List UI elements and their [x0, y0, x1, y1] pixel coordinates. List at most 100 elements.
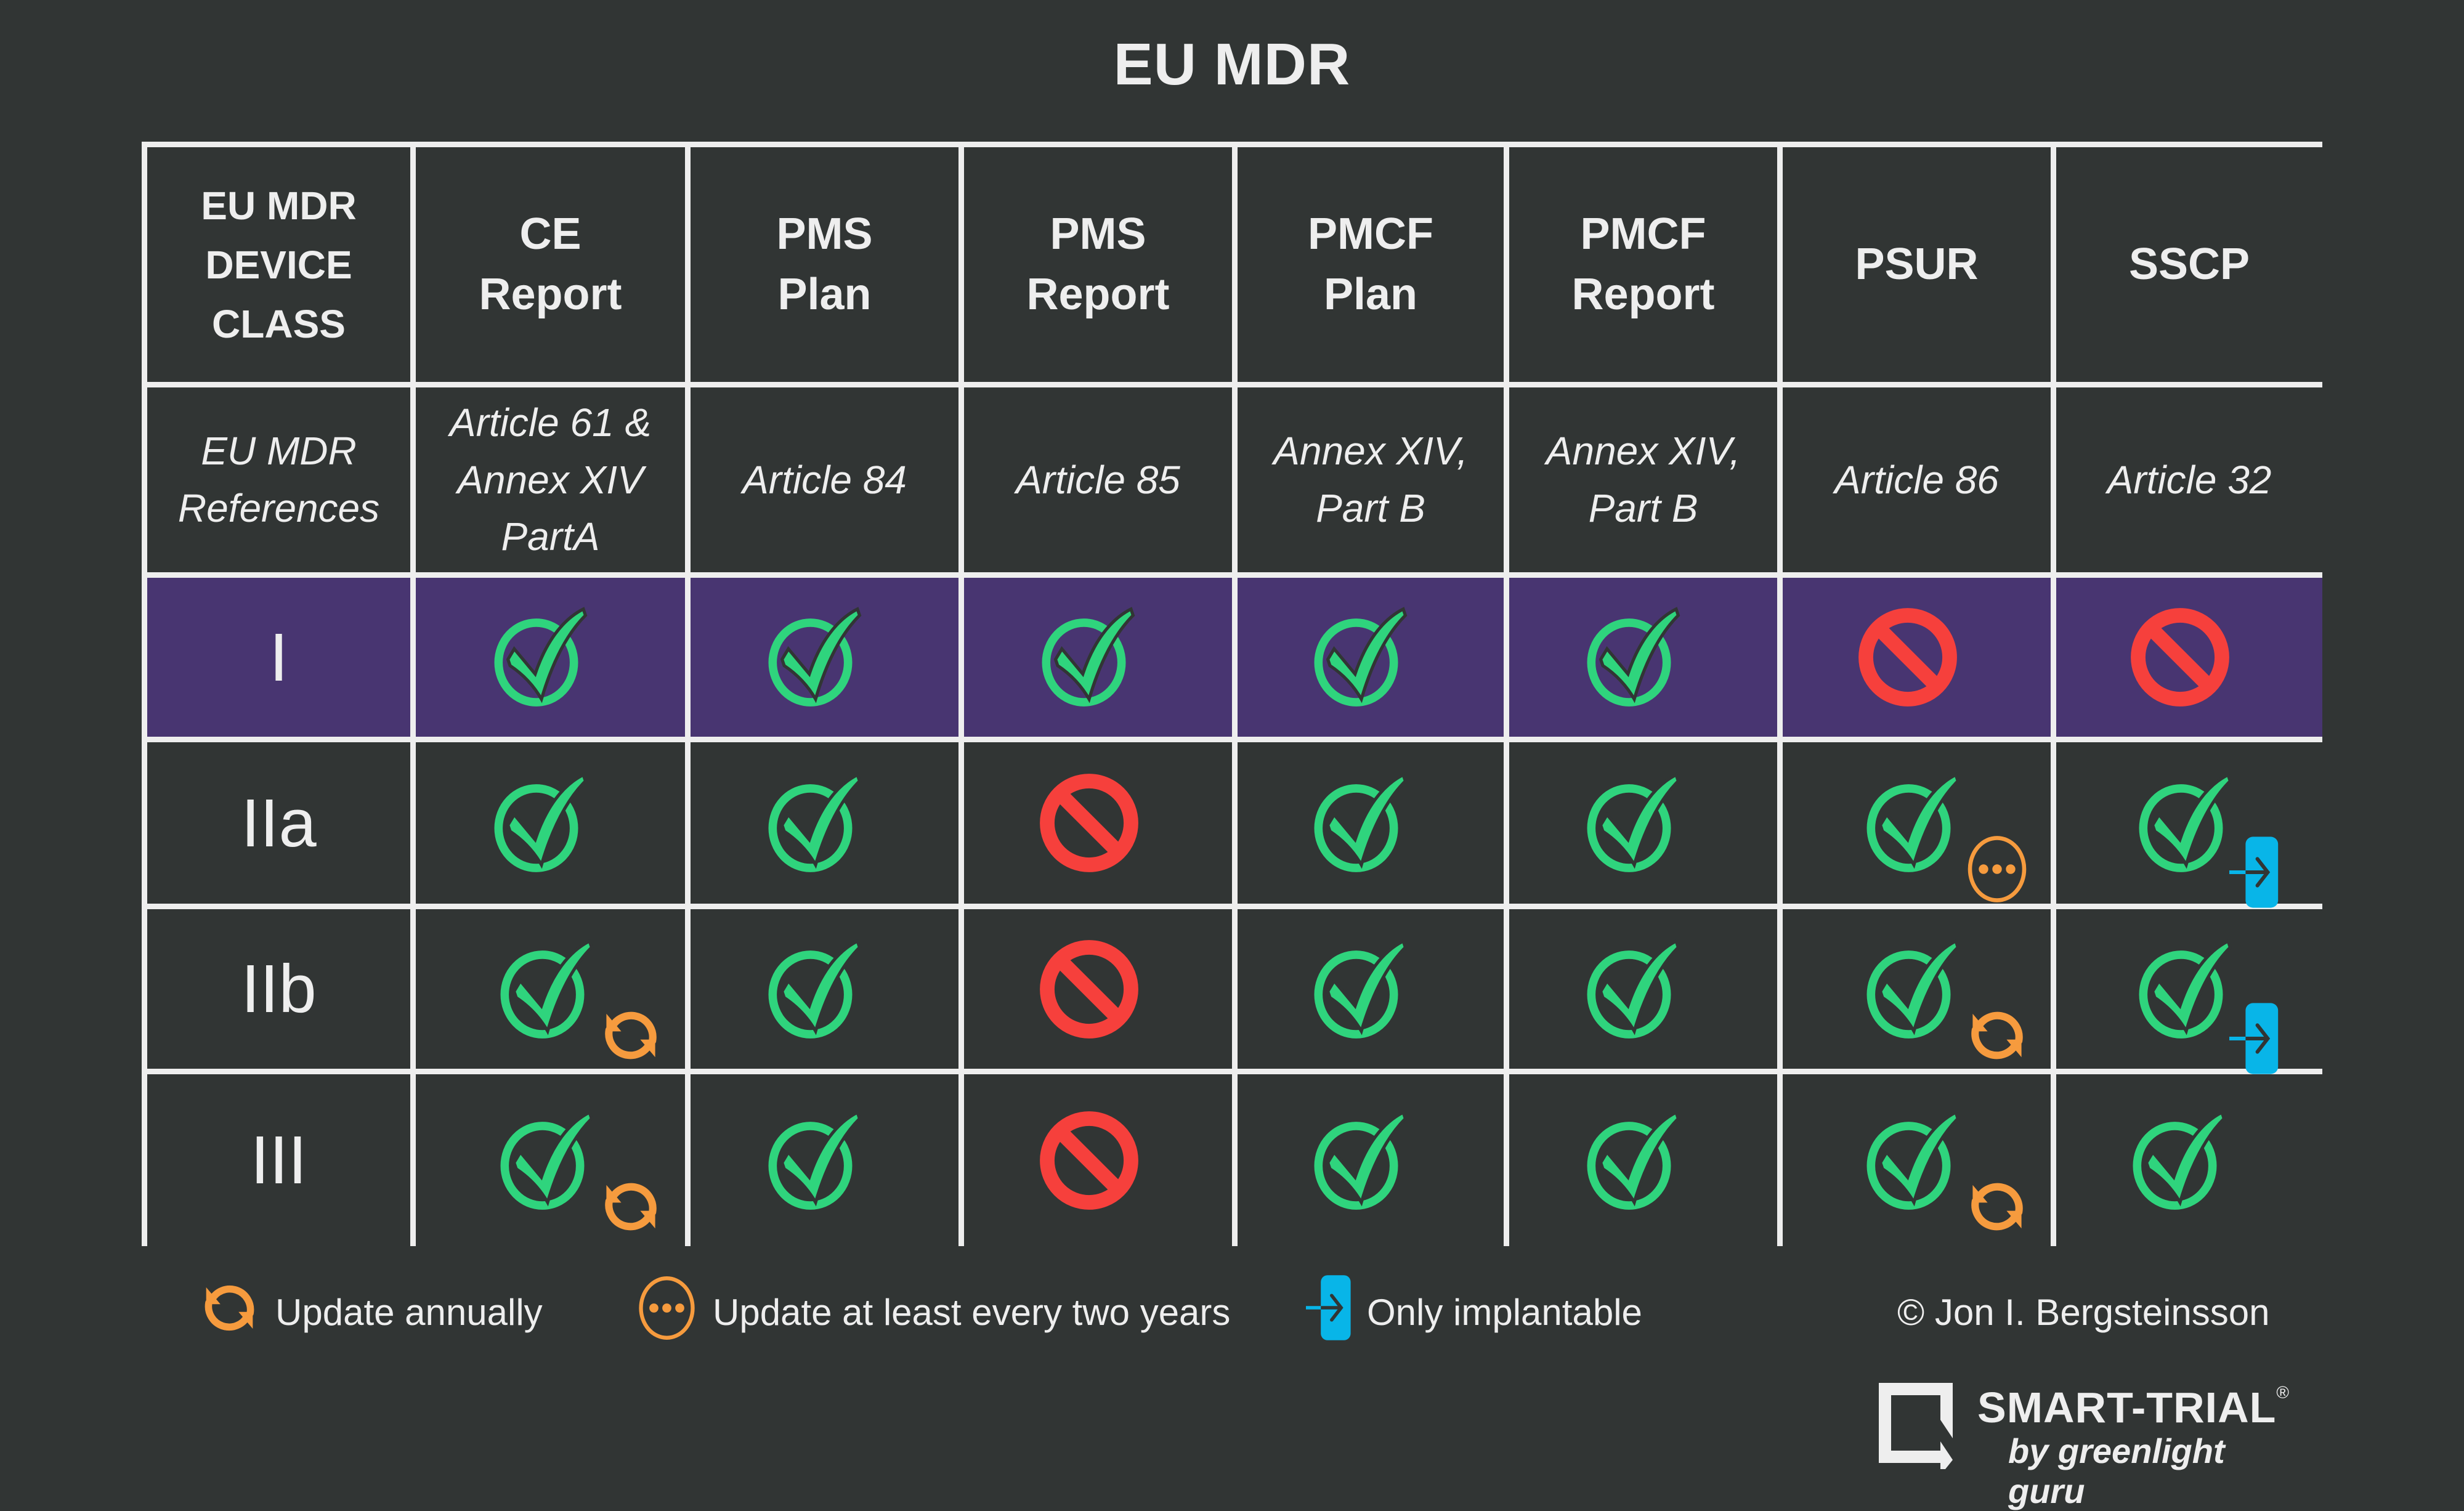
cell-text-line: Report	[1571, 269, 1715, 319]
status-cell	[416, 1074, 685, 1246]
status-cell	[1509, 909, 1777, 1069]
status-cell	[1509, 578, 1777, 737]
cell-text-line: PSUR	[1855, 239, 1979, 289]
column-header: CE Report	[416, 147, 685, 382]
prohibited-icon	[1039, 774, 1138, 872]
status-icon-group	[1309, 596, 1432, 719]
cell-text-line: References	[177, 486, 380, 530]
status-icon-group	[1309, 761, 1432, 885]
cell-text-line: EU MDR	[201, 183, 357, 228]
column-header: PMS Plan	[691, 147, 958, 382]
refresh-icon	[604, 1011, 657, 1059]
legend-item-annual: Update annually	[197, 1278, 543, 1346]
status-icon-group	[2128, 596, 2251, 719]
check-circle-icon	[494, 772, 587, 872]
check-circle-icon	[1314, 1109, 1408, 1210]
cell-text-line: PMCF	[1580, 209, 1706, 259]
status-cell	[2056, 742, 2322, 908]
cell-text-line: Article 84	[742, 457, 907, 502]
references-label: EU MDR References	[147, 387, 410, 572]
status-cell	[1509, 742, 1777, 904]
status-icon-group	[495, 1099, 657, 1230]
check-circle-icon	[494, 607, 587, 707]
device-class-label: IIa	[147, 742, 410, 904]
check-circle-icon	[2139, 938, 2232, 1039]
cell-text-line: EU MDR	[201, 429, 357, 474]
cell-text-line: CLASS	[212, 301, 346, 346]
cell-text-line: PMS	[1050, 209, 1146, 259]
cell-text-line: PMCF	[1308, 209, 1433, 259]
cell-text-line: CE	[519, 209, 582, 259]
cell-text-line: DEVICE	[205, 242, 352, 287]
legend-label: Only implantable	[1367, 1291, 1642, 1333]
status-cell	[1783, 578, 2051, 737]
status-cell	[1238, 742, 1504, 904]
status-icon-group	[1862, 761, 2026, 902]
device-class-label: I	[147, 578, 410, 737]
status-icon-group	[763, 928, 886, 1051]
status-icon-group	[1862, 928, 2023, 1059]
status-cell	[2056, 578, 2322, 737]
status-icon-group	[1309, 1099, 1432, 1222]
status-cell	[416, 909, 685, 1069]
check-circle-icon	[2139, 772, 2232, 872]
status-cell	[1783, 1074, 2051, 1246]
reference-cell: Article 32	[2056, 387, 2322, 572]
refresh-icon	[604, 1183, 657, 1230]
prohibited-icon	[1039, 1111, 1138, 1210]
registered-mark: ®	[2276, 1383, 2290, 1402]
legend-label: Update at least every two years	[713, 1291, 1231, 1333]
check-circle-icon	[768, 607, 861, 707]
status-icon-group	[495, 928, 657, 1059]
column-header: PMCF Report	[1509, 147, 1777, 382]
check-circle-icon	[1314, 772, 1408, 872]
status-icon-group	[1037, 596, 1160, 719]
implant-arrow-icon	[2229, 1002, 2279, 1074]
check-circle-icon	[768, 938, 861, 1039]
status-icon-group	[1582, 928, 1705, 1051]
copyright: © Jon I. Bergsteinsson	[1897, 1278, 2270, 1346]
ellipsis-circle-icon	[634, 1276, 699, 1349]
cell-text-line: Plan	[1323, 269, 1418, 319]
status-icon-group	[2134, 928, 2279, 1074]
legend-label: Update annually	[275, 1291, 543, 1333]
check-circle-icon	[768, 1109, 861, 1210]
status-icon-group	[1582, 596, 1705, 719]
status-icon-group	[763, 761, 886, 885]
check-circle-icon	[1042, 607, 1135, 707]
device-class-label: III	[147, 1074, 410, 1246]
legend-item-implantable: Only implantable	[1306, 1275, 1642, 1346]
cell-text-line: Article 86	[1834, 457, 1999, 502]
check-circle-icon	[500, 1109, 593, 1210]
status-cell	[964, 1074, 1232, 1246]
status-cell	[691, 742, 958, 904]
status-cell	[964, 909, 1232, 1069]
cell-text-line: Plan	[777, 269, 872, 319]
refresh-icon	[197, 1276, 262, 1349]
status-icon-group	[1037, 1099, 1160, 1222]
logo-brand: SMART-TRIAL®	[1977, 1383, 2290, 1432]
logo-mark-icon	[1879, 1383, 1953, 1475]
legend-item-biennial: Update at least every two years	[634, 1276, 1231, 1349]
column-header: SSCP	[2056, 147, 2322, 382]
check-circle-icon	[2133, 1109, 2226, 1210]
ellipsis-circle-icon	[1968, 836, 2026, 902]
prohibited-icon	[2131, 608, 2229, 707]
cell-text-line: Article 32	[2107, 457, 2272, 502]
implant-arrow-icon	[1306, 1274, 1353, 1350]
reference-cell: Annex XIV, Part B	[1509, 387, 1777, 572]
column-header: PMCF Plan	[1238, 147, 1504, 382]
reference-cell: Article 61 & Annex XIV PartA	[416, 387, 685, 572]
status-cell	[691, 578, 958, 737]
cell-text-line: Part B	[1316, 486, 1425, 530]
check-circle-icon	[1314, 938, 1408, 1039]
cell-text-line: Report	[1026, 269, 1170, 319]
status-cell	[964, 742, 1232, 904]
refresh-icon	[1971, 1183, 2023, 1230]
status-icon-group	[1037, 928, 1160, 1051]
implant-arrow-icon	[2229, 837, 2279, 908]
cell-text-line: SSCP	[2128, 239, 2250, 289]
check-circle-icon	[1587, 772, 1680, 872]
status-cell	[1238, 1074, 1504, 1246]
status-icon-group	[1582, 1099, 1705, 1222]
